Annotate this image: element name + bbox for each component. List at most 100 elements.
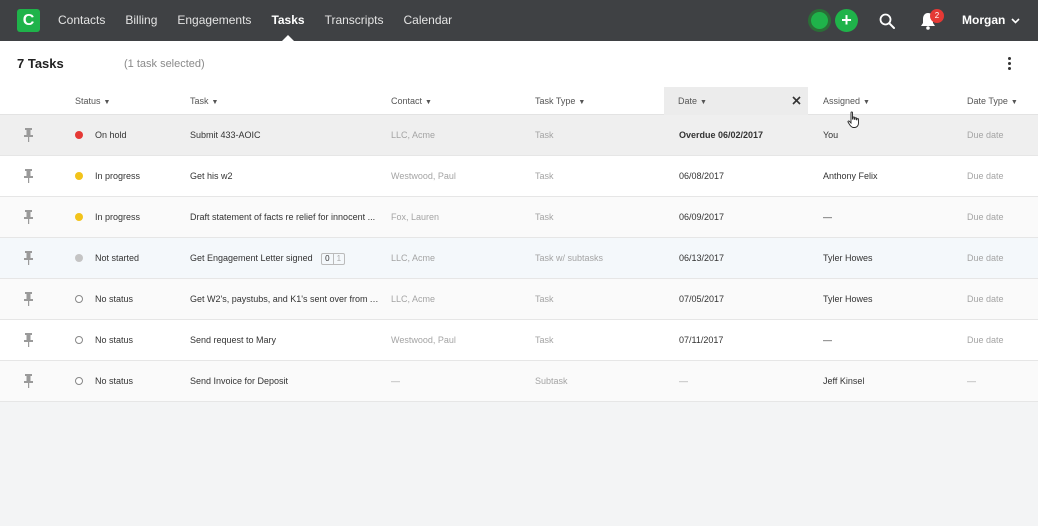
date-type: Due date [967,171,1004,181]
pin-icon[interactable] [24,333,33,347]
task-type: Task w/ subtasks [535,253,604,263]
assignee: Anthony Felix [823,171,878,181]
task-name[interactable]: Send Invoice for Deposit [190,361,380,401]
task-name-text: Get Engagement Letter signed [190,253,313,263]
task-name[interactable]: Get W2's, paystubs, and K1's sent over f… [190,279,380,319]
pin-icon[interactable] [24,210,33,224]
nav-contacts[interactable]: Contacts [58,0,105,41]
status-label: No status [95,376,134,386]
column-headers: Status ▼ Task ▼ Contact ▼ Task Type ▼ Date ▼ … [0,87,1038,115]
status-dot [75,213,83,221]
add-button[interactable]: + [835,9,858,32]
task-list: On hold Submit 433-AOIC LLC, Acme Task O… [0,115,1038,402]
status-label: Not started [95,253,140,263]
subtasks-done: 0 [322,253,334,264]
contact-name[interactable]: — [391,361,521,401]
nav-tasks[interactable]: Tasks [271,0,304,41]
column-header-status[interactable]: Status ▼ [75,87,110,115]
pin-icon[interactable] [24,374,33,388]
user-name: Morgan [962,13,1006,27]
nav-billing[interactable]: Billing [125,0,157,41]
date-type: Due date [967,212,1004,222]
search-icon[interactable] [879,13,895,29]
status-dot [75,172,83,180]
pin-icon[interactable] [24,128,33,142]
table-row[interactable]: No status Send Invoice for Deposit — Sub… [0,361,1038,402]
status-dot [75,254,83,262]
tasks-panel-header: 7 Tasks (1 task selected) [0,41,1038,87]
status-dot [75,377,83,385]
contact-name[interactable]: Westwood, Paul [391,320,521,360]
table-row[interactable]: Not started Get Engagement Letter signed… [0,238,1038,279]
date-type: — [967,376,976,386]
date-type: Due date [967,294,1004,304]
contact-name[interactable]: LLC, Acme [391,238,521,278]
app-logo[interactable]: C [17,9,40,32]
task-date: Overdue 06/02/2017 [679,130,764,140]
date-type: Due date [967,253,1004,263]
nav-transcripts[interactable]: Transcripts [325,0,384,41]
main-nav: Contacts Billing Engagements Tasks Trans… [58,0,472,41]
task-date: — [679,376,688,386]
user-menu[interactable]: Morgan [962,0,1020,41]
task-name[interactable]: Submit 433-AOIC [190,115,380,155]
assignee: — [823,335,832,345]
task-type: Task [535,171,554,181]
top-nav: C Contacts Billing Engagements Tasks Tra… [0,0,1038,41]
chevron-down-icon [1011,17,1020,24]
tasks-panel: 7 Tasks (1 task selected) Status ▼ Task ▼ … [0,41,1038,402]
task-name[interactable]: Get Engagement Letter signed 01 [190,238,380,278]
assignee: Tyler Howes [823,253,873,263]
status-label: In progress [95,171,141,181]
table-row[interactable]: In progress Get his w2 Westwood, Paul Ta… [0,156,1038,197]
date-type: Due date [967,335,1004,345]
kebab-menu-icon[interactable] [1005,57,1013,73]
pin-icon[interactable] [24,251,33,265]
date-type: Due date [967,130,1004,140]
task-name[interactable]: Get his w2 [190,156,380,196]
close-icon[interactable] [792,96,801,105]
table-row[interactable]: No status Get W2's, paystubs, and K1's s… [0,279,1038,320]
assignee: You [823,130,839,140]
task-date: 07/05/2017 [679,294,725,304]
contact-name[interactable]: Fox, Lauren [391,197,521,237]
contact-name[interactable]: LLC, Acme [391,115,521,155]
hand-cursor-icon [847,111,859,128]
task-name[interactable]: Draft statement of facts re relief for i… [190,197,380,237]
task-type: Task [535,335,554,345]
contact-name[interactable]: Westwood, Paul [391,156,521,196]
task-type: Subtask [535,376,568,386]
column-header-date-type[interactable]: Date Type ▼ [967,87,1018,115]
status-label: On hold [95,130,127,140]
selected-count: (1 task selected) [124,58,205,70]
column-header-task-type[interactable]: Task Type ▼ [535,87,585,115]
table-row[interactable]: No status Send request to Mary Westwood,… [0,320,1038,361]
pin-icon[interactable] [24,292,33,306]
task-type: Task [535,212,554,222]
task-date: 06/08/2017 [679,171,725,181]
status-dot [75,295,83,303]
table-row[interactable]: On hold Submit 433-AOIC LLC, Acme Task O… [0,115,1038,156]
subtask-progress-badge[interactable]: 01 [321,252,346,265]
contact-name[interactable]: LLC, Acme [391,279,521,319]
task-type: Task [535,130,554,140]
status-label: No status [95,294,134,304]
nav-engagements[interactable]: Engagements [177,0,251,41]
status-label: No status [95,335,134,345]
status-label: In progress [95,212,141,222]
column-header-task[interactable]: Task ▼ [190,87,218,115]
task-date: 07/11/2017 [679,335,724,345]
task-date: 06/13/2017 [679,253,725,263]
table-row[interactable]: In progress Draft statement of facts re … [0,197,1038,238]
online-status-indicator[interactable] [808,9,831,32]
column-header-date[interactable]: Date ▼ [664,87,808,115]
subtasks-total: 1 [336,253,342,263]
task-type: Task [535,294,554,304]
nav-calendar[interactable]: Calendar [403,0,452,41]
task-count: 7 Tasks [17,56,64,71]
task-name[interactable]: Send request to Mary [190,320,380,360]
assignee: Jeff Kinsel [823,376,865,386]
task-date: 06/09/2017 [679,212,725,222]
pin-icon[interactable] [24,169,33,183]
column-header-contact[interactable]: Contact ▼ [391,87,432,115]
